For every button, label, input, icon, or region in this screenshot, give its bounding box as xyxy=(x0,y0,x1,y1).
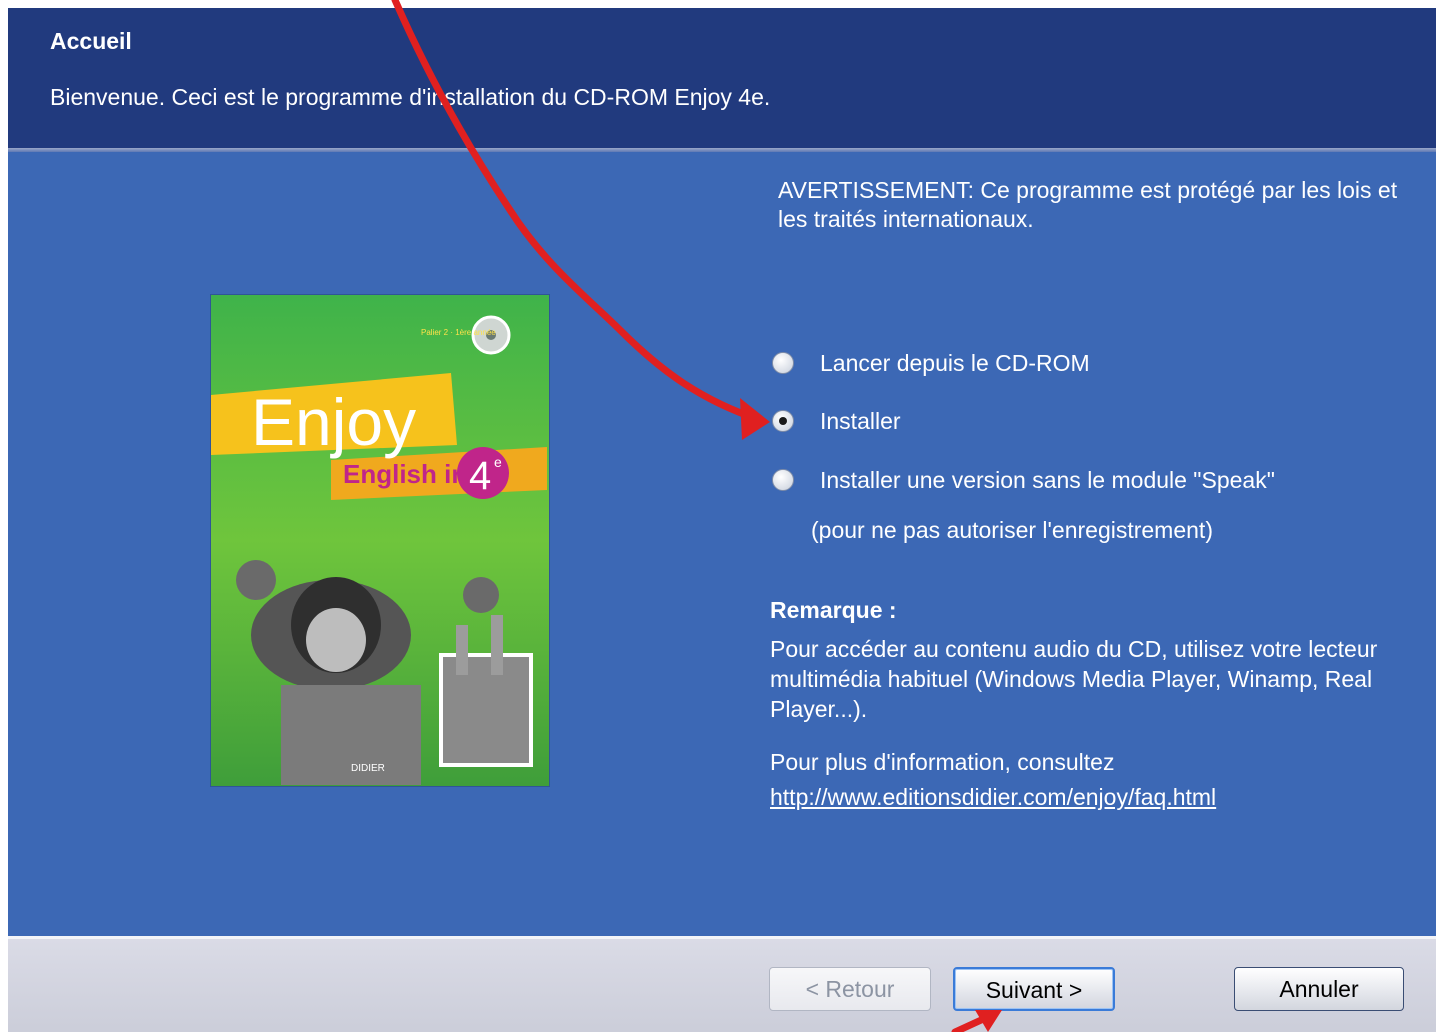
remark-title: Remarque : xyxy=(770,597,897,623)
option-note: (pour ne pas autoriser l'enregistrement) xyxy=(811,517,1213,543)
option-label: Lancer depuis le CD-ROM xyxy=(820,349,1090,376)
radio-button[interactable] xyxy=(772,469,794,491)
cover-tagline: Palier 2 · 1ère année xyxy=(421,328,496,337)
header-banner: Accueil Bienvenue. Ceci est le programme… xyxy=(8,8,1436,148)
remark-body: Pour accéder au contenu audio du CD, uti… xyxy=(770,636,1378,722)
cover-title: Enjoy xyxy=(251,385,416,459)
info-text: Pour plus d'information, consultez xyxy=(770,749,1115,775)
cancel-button[interactable]: Annuler xyxy=(1234,967,1404,1011)
cover-publisher: DIDIER xyxy=(351,763,385,774)
option-install-without-speak[interactable]: Installer une version sans le module "Sp… xyxy=(772,462,1275,498)
radio-button-selected[interactable] xyxy=(772,410,794,432)
warning-text: AVERTISSEMENT: Ce programme est protégé … xyxy=(778,177,1398,232)
option-install[interactable]: Installer xyxy=(772,403,901,439)
installer-window: Accueil Bienvenue. Ceci est le programme… xyxy=(8,8,1436,1032)
page-subtitle: Bienvenue. Ceci est le programme d'insta… xyxy=(50,84,771,110)
book-cover-image: Palier 2 · 1ère année Enjoy English in 4… xyxy=(210,294,550,787)
cover-level: 4 xyxy=(469,454,491,498)
button-bar: < Retour Suivant > Annuler xyxy=(8,936,1436,1032)
header-divider xyxy=(8,148,1436,152)
option-label: Installer xyxy=(820,407,901,434)
cover-subtitle: English in xyxy=(343,459,467,489)
back-button[interactable]: < Retour xyxy=(769,967,931,1011)
page-title: Accueil xyxy=(50,28,132,54)
option-label: Installer une version sans le module "Sp… xyxy=(820,466,1275,493)
cover-level-sup: e xyxy=(494,454,502,470)
next-button[interactable]: Suivant > xyxy=(953,967,1115,1011)
radio-button[interactable] xyxy=(772,352,794,374)
faq-link[interactable]: http://www.editionsdidier.com/enjoy/faq.… xyxy=(770,784,1216,811)
option-launch-from-cd[interactable]: Lancer depuis le CD-ROM xyxy=(772,345,1090,381)
